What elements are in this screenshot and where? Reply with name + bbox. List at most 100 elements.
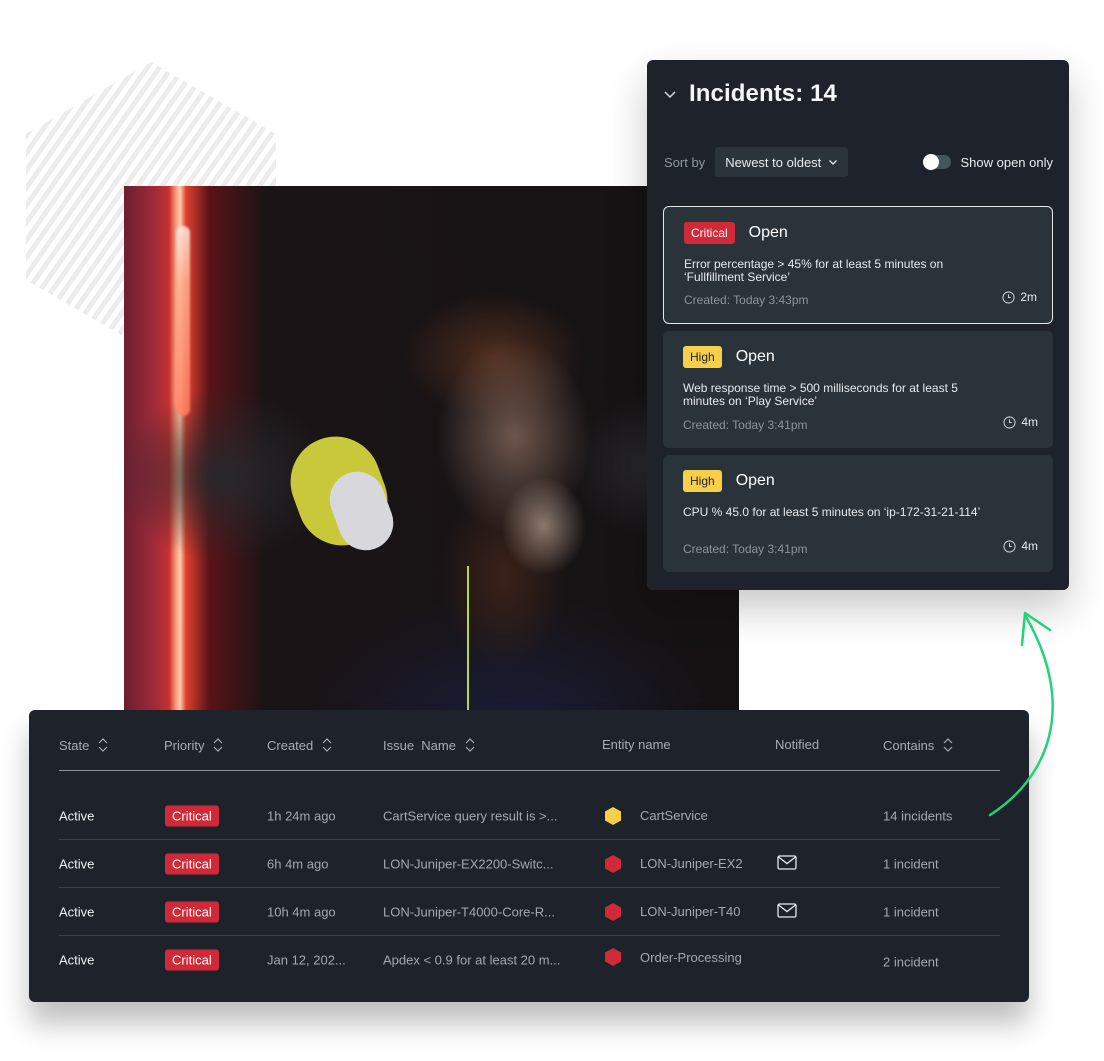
cell-contains: 1 incident — [883, 856, 939, 871]
column-header-state[interactable]: State — [59, 737, 109, 753]
priority-badge: Critical — [165, 805, 219, 826]
chevron-down-icon — [829, 160, 838, 165]
cell-priority: Critical — [165, 853, 219, 874]
column-label: Contains — [883, 737, 935, 753]
hexagon-entity-icon — [605, 854, 621, 873]
neon-light — [176, 226, 190, 416]
cell-entity[interactable]: CartService — [604, 806, 708, 826]
cell-entity[interactable]: LON-Juniper-EX2 — [604, 854, 743, 874]
cell-priority: Critical — [165, 805, 219, 826]
envelope-icon — [777, 902, 797, 918]
clock-icon — [1003, 415, 1016, 429]
panel-title: Incidents: 14 — [689, 80, 838, 107]
column-header-entity-name[interactable]: Entity name — [602, 737, 671, 752]
entity-name: Order-Processing — [640, 949, 742, 965]
incident-age: 4m — [1003, 539, 1038, 553]
priority-badge: Critical — [165, 853, 219, 874]
hexagon-entity-icon — [605, 806, 621, 825]
incident-status: Open — [735, 472, 775, 489]
sort-value: Newest to oldest — [725, 154, 822, 170]
incident-description: CPU % 45.0 for at least 5 minutes on ‘ip… — [683, 505, 981, 519]
age-value: 4m — [1021, 415, 1038, 429]
column-label: Created — [267, 737, 314, 753]
entity-name: LON-Juniper-T40 — [640, 904, 741, 919]
priority-badge: Critical — [684, 222, 735, 244]
table-row[interactable]: Active Critical Jan 12, 202... Apdex < 0… — [59, 936, 1000, 984]
curved-arrow-icon — [988, 611, 1054, 817]
table-row[interactable]: Active Critical 1h 24m ago CartService q… — [59, 792, 1000, 840]
incident-created: Created: Today 3:41pm — [683, 542, 808, 556]
cell-created: 1h 24m ago — [267, 808, 336, 823]
incident-status: Open — [748, 224, 788, 241]
sort-label: Sort by — [664, 154, 706, 170]
cell-created: Jan 12, 202... — [267, 952, 346, 968]
hexagon-entity-icon — [605, 948, 621, 966]
age-value: 2m — [1020, 290, 1037, 304]
table-row[interactable]: Active Critical 10h 4m ago LON-Juniper-T… — [59, 888, 1000, 936]
column-label: State — [59, 737, 90, 753]
cell-entity[interactable]: LON-Juniper-T40 — [604, 902, 740, 922]
incident-status: Open — [735, 348, 775, 365]
entity-name: CartService — [640, 808, 708, 823]
column-header-issue-name[interactable]: Issue Name — [383, 737, 476, 753]
cell-contains: 1 incident — [883, 904, 939, 919]
cell-created: 6h 4m ago — [267, 856, 329, 871]
incidents-panel: Incidents: 14 Sort by Newest to oldest S… — [647, 60, 1069, 590]
entity-name: LON-Juniper-EX2 — [640, 856, 743, 871]
column-label: Priority — [164, 737, 205, 753]
table-row[interactable]: Active Critical 6h 4m ago LON-Juniper-EX… — [59, 840, 1000, 888]
hexagon-entity-icon — [605, 902, 621, 921]
column-header-notified[interactable]: Notified — [775, 737, 819, 752]
incident-card[interactable]: Critical Open Error percentage > 45% for… — [663, 206, 1053, 324]
cell-state: Active — [59, 952, 95, 968]
sort-row: Sort by Newest to oldest Show open only — [664, 147, 1053, 177]
sort-icon — [214, 738, 223, 752]
cell-state: Active — [59, 808, 95, 823]
headphone-cable — [467, 566, 469, 710]
priority-badge: High — [683, 470, 722, 492]
cell-priority: Critical — [165, 901, 219, 922]
priority-badge: High — [683, 346, 722, 368]
envelope-icon — [777, 854, 797, 870]
cell-contains: 2 incident — [883, 954, 939, 970]
show-open-only-control: Show open only — [923, 154, 1053, 170]
column-header-priority[interactable]: Priority — [164, 737, 224, 753]
sort-dropdown[interactable]: Newest to oldest — [715, 147, 849, 177]
cell-created: 10h 4m ago — [267, 904, 336, 919]
panel-header: Incidents: 14 — [663, 80, 837, 108]
issues-table: State Priority Created Issue Name Entity… — [29, 710, 1029, 1002]
cell-state: Active — [59, 856, 95, 871]
cell-issue-name[interactable]: LON-Juniper-EX2200-Switc... — [383, 856, 554, 871]
incident-description: Web response time > 500 milliseconds for… — [683, 381, 958, 408]
cell-contains: 14 incidents — [883, 808, 953, 823]
incident-card[interactable]: High Open CPU % 45.0 for at least 5 minu… — [663, 455, 1053, 572]
cell-notified — [777, 854, 797, 873]
sort-icon — [465, 738, 475, 752]
column-label: Issue Name — [383, 737, 456, 753]
column-header-created[interactable]: Created — [267, 737, 333, 753]
incident-created: Created: Today 3:43pm — [684, 293, 809, 307]
incident-age: 2m — [1002, 290, 1037, 304]
priority-badge: Critical — [165, 949, 219, 971]
table-header: State Priority Created Issue Name Entity… — [59, 734, 1000, 771]
cell-entity[interactable]: Order-Processing — [604, 947, 742, 967]
column-label: Notified — [775, 737, 820, 752]
cell-priority: Critical — [165, 949, 219, 971]
age-value: 4m — [1021, 539, 1038, 553]
incident-created: Created: Today 3:41pm — [683, 418, 808, 432]
clock-icon — [1002, 290, 1015, 304]
cell-issue-name[interactable]: Apdex < 0.9 for at least 20 m... — [383, 953, 560, 968]
stage: Incidents: 14 Sort by Newest to oldest S… — [0, 0, 1104, 1061]
priority-badge: Critical — [165, 901, 219, 922]
cell-issue-name[interactable]: LON-Juniper-T4000-Core-R... — [383, 904, 555, 919]
sort-icon — [322, 738, 332, 752]
cell-notified — [777, 902, 797, 921]
incident-card[interactable]: High Open Web response time > 500 millis… — [663, 331, 1053, 448]
cell-issue-name[interactable]: CartService query result is >... — [383, 808, 557, 823]
clock-icon — [1003, 539, 1016, 553]
column-header-contains[interactable]: Contains — [883, 737, 954, 753]
incident-age: 4m — [1003, 415, 1038, 429]
sort-icon — [98, 738, 108, 752]
chevron-down-icon[interactable] — [663, 87, 677, 101]
show-open-only-toggle[interactable] — [923, 154, 952, 170]
